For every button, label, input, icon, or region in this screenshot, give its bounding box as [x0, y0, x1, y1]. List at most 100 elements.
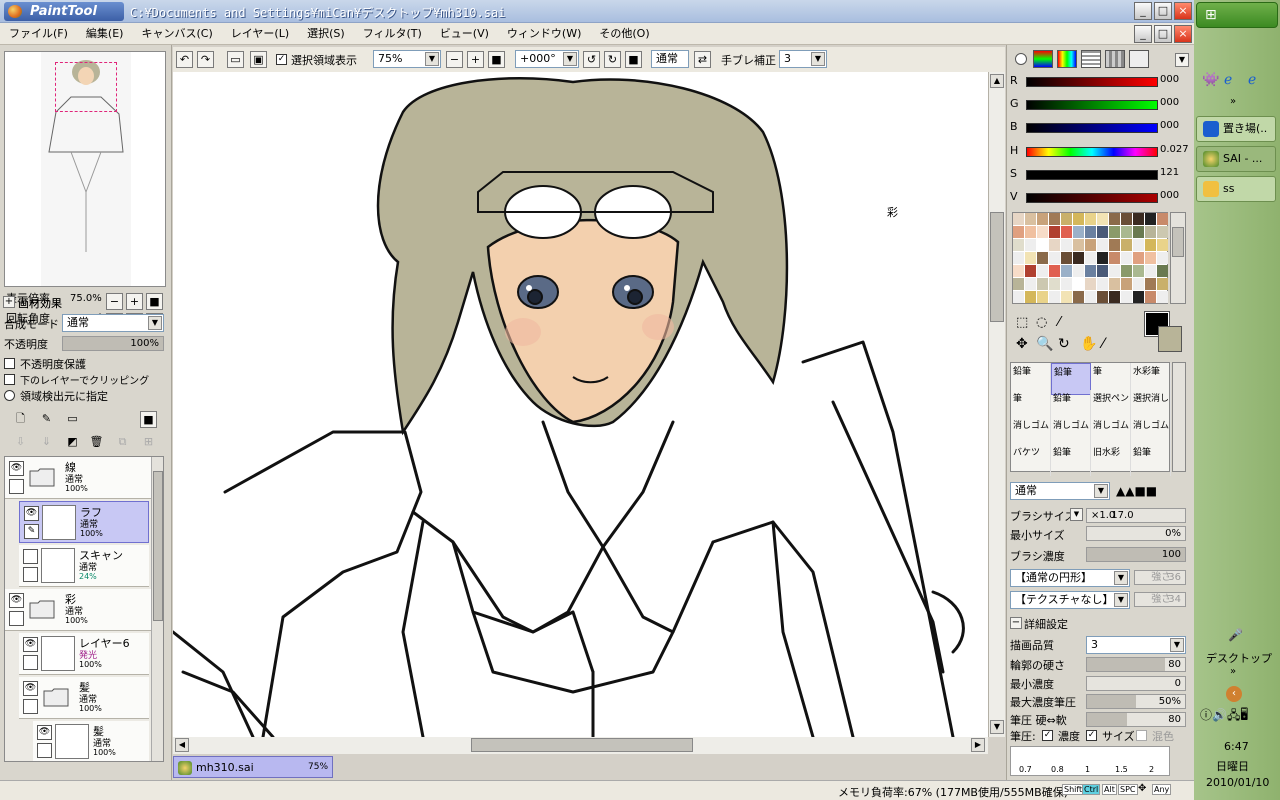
- taskbar-item-quick[interactable]: 置き場(..: [1196, 116, 1276, 142]
- stabilizer-select[interactable]: 3 ▼: [779, 50, 827, 68]
- redo-button[interactable]: ↷: [197, 51, 214, 68]
- color-swatch[interactable]: [1013, 265, 1024, 277]
- color-swatch[interactable]: [1145, 226, 1156, 238]
- color-swatch[interactable]: [1109, 252, 1120, 264]
- start-button[interactable]: ⊞: [1196, 2, 1278, 28]
- brush-scrollbar[interactable]: [1172, 362, 1186, 472]
- lock-toggle[interactable]: [9, 611, 24, 626]
- color-swatch[interactable]: [1157, 278, 1168, 290]
- layer-mask-button[interactable]: ■: [140, 411, 157, 428]
- undo-button[interactable]: ↶: [176, 51, 193, 68]
- color-swatch[interactable]: [1013, 226, 1024, 238]
- menu-file[interactable]: ファイル(F): [0, 23, 77, 45]
- menu-view[interactable]: ビュー(V): [431, 23, 498, 45]
- brush-shape-buttons[interactable]: ▲▲■■: [1116, 484, 1157, 498]
- lock-toggle[interactable]: [23, 655, 38, 670]
- desktop-icon[interactable]: 🎤: [1228, 628, 1243, 642]
- scroll-right-button[interactable]: ▶: [971, 738, 985, 752]
- red-slider[interactable]: R 000: [1006, 72, 1188, 92]
- layer-scrollbar[interactable]: [151, 457, 163, 761]
- brush-slot[interactable]: 鉛筆: [1051, 444, 1091, 476]
- color-swatch[interactable]: [1049, 265, 1060, 277]
- blend-mode-button[interactable]: 通常: [651, 50, 689, 68]
- hue-slider[interactable]: H 0.027: [1006, 142, 1189, 162]
- vscroll-thumb[interactable]: [990, 212, 1004, 322]
- blue-slider[interactable]: B 000: [1006, 118, 1188, 138]
- color-swatch[interactable]: [1073, 239, 1084, 251]
- green-gradient[interactable]: [1026, 100, 1158, 110]
- background-color[interactable]: [1158, 326, 1182, 352]
- tray-icons[interactable]: ⓘ🔊🖧🖥: [1200, 706, 1248, 727]
- color-swatch[interactable]: [1109, 239, 1120, 251]
- color-swatch[interactable]: [1073, 265, 1084, 277]
- min-size-slider[interactable]: 0%: [1086, 526, 1186, 541]
- color-swatch[interactable]: [1025, 239, 1036, 251]
- menu-other[interactable]: その他(O): [590, 23, 658, 45]
- transfer-down-icon[interactable]: ⇩: [12, 434, 29, 451]
- color-swatch[interactable]: [1061, 226, 1072, 238]
- color-swatch[interactable]: [1157, 252, 1168, 264]
- rotate-left-button[interactable]: ↺: [583, 51, 600, 68]
- color-swatch[interactable]: [1097, 252, 1108, 264]
- preset-size[interactable]: 1.5: [1115, 765, 1128, 774]
- color-swatch[interactable]: [1025, 252, 1036, 264]
- swatches-tab[interactable]: [1105, 50, 1125, 68]
- invert-selection-button[interactable]: ▣: [250, 51, 267, 68]
- lock-toggle[interactable]: [23, 567, 38, 582]
- brush-slot[interactable]: 旧水彩: [1091, 444, 1131, 476]
- scroll-left-button[interactable]: ◀: [175, 738, 189, 752]
- color-swatch[interactable]: [1145, 278, 1156, 290]
- flip-button[interactable]: ⇄: [694, 51, 711, 68]
- brush-mode-select[interactable]: 通常 ▼: [1010, 482, 1110, 500]
- app-icon[interactable]: ℯ: [1248, 72, 1256, 88]
- color-swatch[interactable]: [1145, 265, 1156, 277]
- color-swatch[interactable]: [1049, 252, 1060, 264]
- opacity-slider[interactable]: 100%: [62, 336, 164, 351]
- value-gradient[interactable]: [1026, 193, 1158, 203]
- eye-icon[interactable]: 👁: [23, 681, 38, 696]
- eyedropper-icon[interactable]: ⁄: [1102, 336, 1104, 352]
- texture-strength-slider[interactable]: 強さ34: [1134, 592, 1186, 607]
- brush-shape-select[interactable]: 【通常の円形】 ▼: [1010, 569, 1130, 587]
- red-gradient[interactable]: [1026, 77, 1158, 87]
- menu-edit[interactable]: 編集(E): [77, 23, 133, 45]
- color-swatch[interactable]: [1013, 213, 1024, 225]
- rgb-slider-tab[interactable]: [1033, 50, 1053, 68]
- clock-weekday[interactable]: 日曜日: [1216, 758, 1249, 774]
- color-swatch[interactable]: [1061, 291, 1072, 303]
- blue-gradient[interactable]: [1026, 123, 1158, 133]
- saturation-slider[interactable]: S 121: [1006, 165, 1188, 185]
- color-swatch[interactable]: [1109, 213, 1120, 225]
- quicklaunch-expand-icon[interactable]: »: [1230, 96, 1236, 107]
- mixer-tab[interactable]: [1081, 50, 1101, 68]
- color-swatch[interactable]: [1109, 278, 1120, 290]
- canvas-tab[interactable]: mh310.sai 75%: [173, 756, 333, 778]
- color-swatch[interactable]: [1097, 265, 1108, 277]
- new-linework-layer-icon[interactable]: ✎: [38, 411, 55, 428]
- selection-source-radio[interactable]: [4, 390, 15, 401]
- color-swatch[interactable]: [1073, 213, 1084, 225]
- layer-row[interactable]: 👁 彩通常 100%: [5, 589, 151, 631]
- rotate-right-button[interactable]: ↻: [604, 51, 621, 68]
- color-swatch[interactable]: [1037, 252, 1048, 264]
- edge-hardness-slider[interactable]: 80: [1086, 657, 1186, 672]
- color-swatch[interactable]: [1037, 213, 1048, 225]
- hscroll-thumb[interactable]: [471, 738, 693, 752]
- color-swatch[interactable]: [1061, 239, 1072, 251]
- clock-date[interactable]: 2010/01/10: [1206, 776, 1269, 789]
- layer-row[interactable]: 👁 髪通常 100%: [19, 677, 149, 719]
- hand-icon[interactable]: ✋: [1080, 336, 1097, 352]
- color-swatch[interactable]: [1013, 291, 1024, 303]
- color-swatch[interactable]: [1025, 278, 1036, 290]
- flatten-icon[interactable]: ⊞: [140, 434, 157, 451]
- eye-icon-hidden[interactable]: [23, 549, 38, 564]
- color-swatch[interactable]: [1037, 265, 1048, 277]
- color-swatch[interactable]: [1085, 252, 1096, 264]
- navigator[interactable]: [4, 51, 166, 287]
- brush-slot[interactable]: バケツ: [1011, 444, 1051, 476]
- zoom-icon[interactable]: 🔍: [1036, 336, 1053, 352]
- color-swatch[interactable]: [1061, 278, 1072, 290]
- color-swatch[interactable]: [1037, 291, 1048, 303]
- doc-restore-button[interactable]: □: [1154, 25, 1172, 43]
- color-wheel-tab[interactable]: [1015, 53, 1027, 65]
